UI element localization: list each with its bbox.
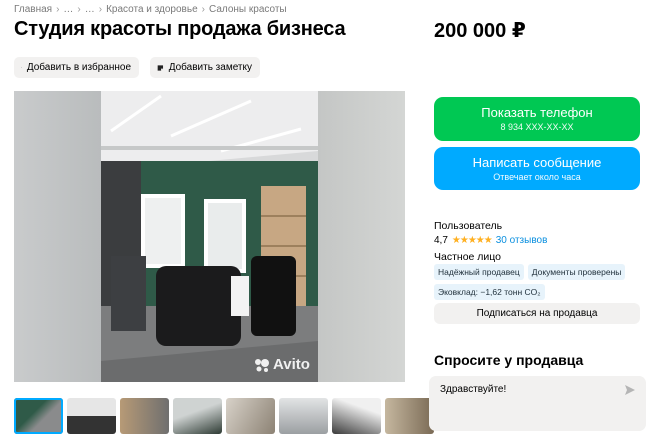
listing-title: Студия красоты продажа бизнеса <box>14 18 346 40</box>
photo-gallery[interactable]: Avito <box>14 91 405 382</box>
ask-seller-input[interactable]: Здравствуйте! <box>429 376 646 431</box>
thumbnail[interactable] <box>226 398 275 434</box>
breadcrumb-subcategory[interactable]: Салоны красоты <box>209 4 287 15</box>
seller-badges: Надёжный продавец Документы проверены Эк… <box>434 264 644 300</box>
heart-icon <box>21 67 22 68</box>
thumbnail[interactable] <box>385 398 434 434</box>
breadcrumb-category[interactable]: Красота и здоровье <box>106 4 198 15</box>
watermark-text: Avito <box>273 356 310 373</box>
seller-type: Частное лицо <box>434 251 502 263</box>
breadcrumb-separator: › <box>98 4 103 15</box>
salon-photo[interactable] <box>101 91 318 382</box>
show-phone-button[interactable]: Показать телефон 8 934 XXX-XX-XX <box>434 97 640 141</box>
avito-logo-icon <box>255 358 269 372</box>
add-note-button[interactable]: Добавить заметку <box>150 57 260 78</box>
add-to-favorites-button[interactable]: Добавить в избранное <box>14 57 139 78</box>
write-message-label: Написать сообщение <box>472 155 602 170</box>
add-to-favorites-label: Добавить в избранное <box>26 62 131 73</box>
eco-contribution-badge[interactable]: Эковклад: −1,62 тонн CO₂ <box>434 284 545 300</box>
subscribe-seller-button[interactable]: Подписаться на продавца <box>434 303 640 324</box>
breadcrumb-ellipsis[interactable]: … <box>85 4 95 15</box>
thumbnail[interactable] <box>279 398 328 434</box>
seller-rating: 4,7 ★★★★★ 30 отзывов <box>434 235 547 246</box>
breadcrumb-separator: › <box>201 4 205 15</box>
ask-seller-heading: Спросите у продавца <box>434 352 584 368</box>
seller-name[interactable]: Пользователь <box>434 220 547 232</box>
thumbnail[interactable] <box>120 398 169 434</box>
avito-watermark: Avito <box>254 356 310 373</box>
breadcrumb-separator: › <box>56 4 60 15</box>
response-time: Отвечает около часа <box>493 172 581 182</box>
gallery-blur-right <box>318 91 405 382</box>
note-icon <box>157 64 164 71</box>
reviews-link[interactable]: 30 отзывов <box>496 235 548 246</box>
documents-verified-badge[interactable]: Документы проверены <box>527 264 626 280</box>
breadcrumb-separator: › <box>77 4 81 15</box>
thumbnail[interactable] <box>14 398 63 434</box>
rating-value: 4,7 <box>434 235 448 246</box>
breadcrumb-ellipsis[interactable]: … <box>63 4 73 15</box>
listing-price: 200 000 ₽ <box>434 20 526 42</box>
thumbnail[interactable] <box>67 398 116 434</box>
rating-stars-icon: ★★★★★ <box>451 235 493 246</box>
masked-phone-number: 8 934 XXX-XX-XX <box>500 122 574 132</box>
thumbnail[interactable] <box>332 398 381 434</box>
ask-message-text[interactable]: Здравствуйте! <box>440 384 506 395</box>
breadcrumb-home[interactable]: Главная <box>14 4 52 15</box>
thumbnail[interactable] <box>173 398 222 434</box>
seller-info: Пользователь 4,7 ★★★★★ 30 отзывов Частно… <box>434 220 547 266</box>
gallery-blur-left <box>14 91 101 382</box>
write-message-button[interactable]: Написать сообщение Отвечает около часа <box>434 147 640 190</box>
breadcrumb: Главная › … › … › Красота и здоровье › С… <box>14 4 287 15</box>
send-icon[interactable] <box>624 384 636 396</box>
reliable-seller-badge[interactable]: Надёжный продавец <box>434 264 524 280</box>
show-phone-label: Показать телефон <box>481 105 593 120</box>
thumbnail-strip <box>14 398 434 434</box>
add-note-label: Добавить заметку <box>168 62 252 73</box>
